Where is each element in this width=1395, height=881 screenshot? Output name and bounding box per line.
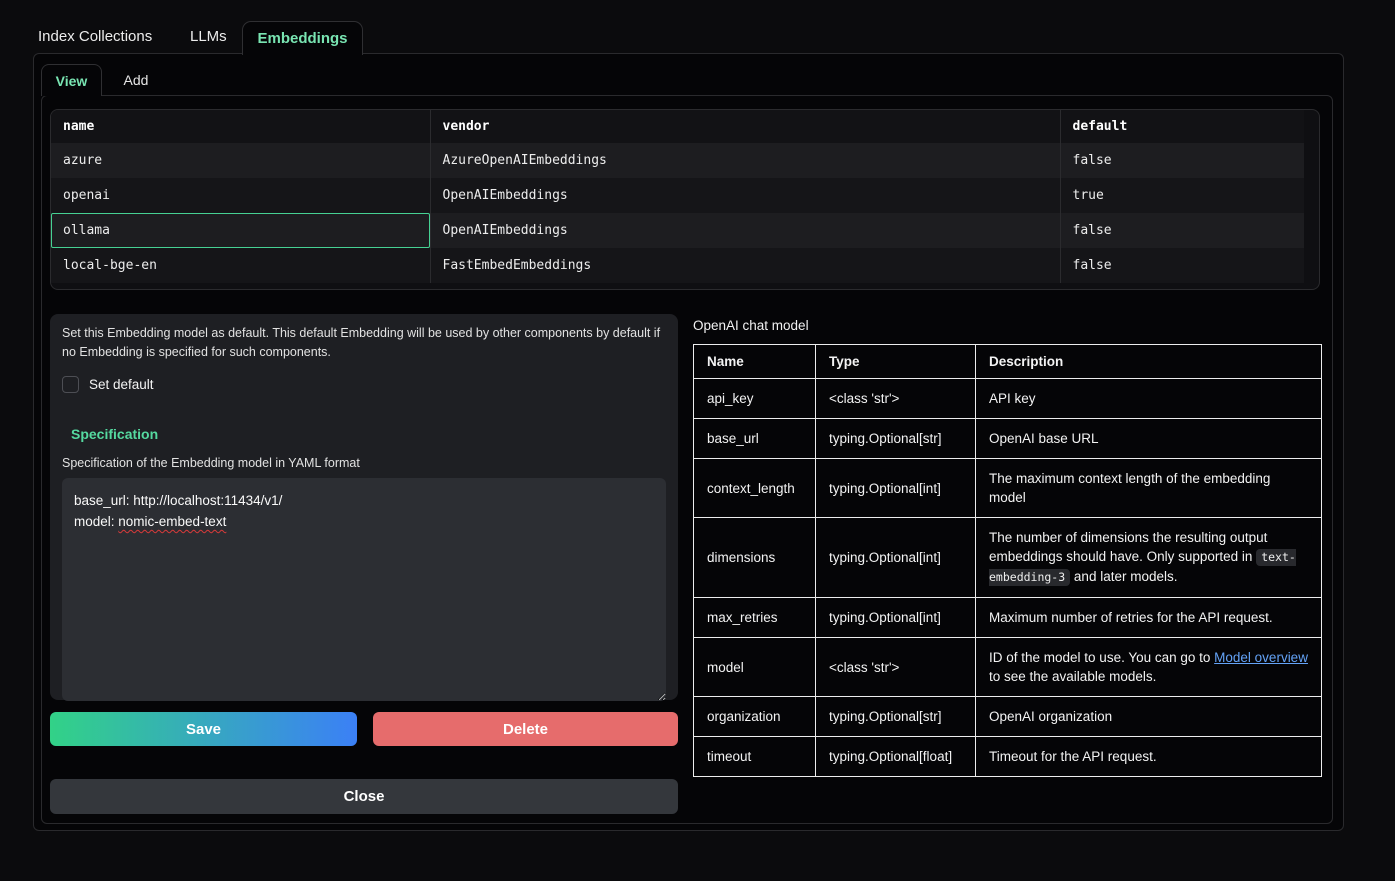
doc-row-context_length: context_lengthtyping.Optional[int] The ma… <box>694 459 1322 518</box>
cell-default[interactable]: false <box>1060 143 1304 178</box>
column-header-default: default <box>1060 110 1304 143</box>
cell-vendor[interactable]: FastEmbedEmbeddings <box>430 248 1060 283</box>
embeddings-table-header: name vendor default <box>51 110 1304 143</box>
cell-vendor[interactable]: OpenAIEmbeddings <box>430 178 1060 213</box>
doc-text: Maximum number of retries for the API re… <box>989 610 1273 625</box>
doc-cell-description: API key <box>976 379 1322 419</box>
yaml-line: base_url: http://localhost:11434/v1/ <box>74 490 654 511</box>
tab-index-collections[interactable]: Index Collections <box>38 29 152 45</box>
doc-cell-name: model <box>694 638 816 697</box>
set-default-checkbox[interactable] <box>62 376 79 393</box>
cell-name[interactable]: local-bge-en <box>51 248 430 283</box>
doc-text: The maximum context length of the embedd… <box>989 471 1270 505</box>
set-default-description: Set this Embedding model as default. Thi… <box>62 324 662 362</box>
cell-name[interactable]: openai <box>51 178 430 213</box>
doc-cell-type: typing.Optional[float] <box>816 737 976 777</box>
doc-cell-type: <class 'str'> <box>816 379 976 419</box>
doc-panel-title: OpenAI chat model <box>693 318 1322 333</box>
embeddings-table-body: azureAzureOpenAIEmbeddingsfalseopenaiOpe… <box>51 143 1304 283</box>
doc-cell-description: ID of the model to use. You can go to Mo… <box>976 638 1322 697</box>
doc-text: to see the available models. <box>989 669 1156 684</box>
doc-row-max_retries: max_retriestyping.Optional[int] Maximum n… <box>694 598 1322 638</box>
cell-default[interactable]: false <box>1060 248 1304 283</box>
doc-text: API key <box>989 391 1036 406</box>
doc-text: and later models. <box>1070 569 1177 584</box>
doc-cell-name: timeout <box>694 737 816 777</box>
doc-text: OpenAI base URL <box>989 431 1099 446</box>
yaml-editor[interactable]: base_url: http://localhost:11434/v1/mode… <box>62 478 666 701</box>
cell-vendor[interactable]: OpenAIEmbeddings <box>430 213 1060 248</box>
doc-cell-type: typing.Optional[str] <box>816 419 976 459</box>
doc-row-organization: organizationtyping.Optional[str] OpenAI o… <box>694 697 1322 737</box>
doc-row-timeout: timeouttyping.Optional[float] Timeout for… <box>694 737 1322 777</box>
doc-cell-type: typing.Optional[int] <box>816 459 976 518</box>
close-button[interactable]: Close <box>50 779 678 814</box>
specification-description: Specification of the Embedding model in … <box>62 456 666 470</box>
cell-vendor[interactable]: AzureOpenAIEmbeddings <box>430 143 1060 178</box>
cell-name[interactable]: ollama <box>51 213 430 248</box>
save-button[interactable]: Save <box>50 712 357 746</box>
doc-row-base_url: base_urltyping.Optional[str] OpenAI base … <box>694 419 1322 459</box>
cell-default[interactable]: false <box>1060 213 1304 248</box>
doc-column-name: Name <box>694 345 816 379</box>
doc-row-api_key: api_key<class 'str'> API key <box>694 379 1322 419</box>
tab-add[interactable]: Add <box>110 65 162 95</box>
doc-cell-name: base_url <box>694 419 816 459</box>
set-default-row: Set default <box>62 375 666 393</box>
doc-cell-name: organization <box>694 697 816 737</box>
doc-row-dimensions: dimensionstyping.Optional[int] The number… <box>694 518 1322 598</box>
embedding-row-ollama[interactable]: ollamaOpenAIEmbeddingsfalse <box>51 213 1304 248</box>
doc-cell-type: <class 'str'> <box>816 638 976 697</box>
embedding-row-openai[interactable]: openaiOpenAIEmbeddingstrue <box>51 178 1304 213</box>
doc-text: OpenAI organization <box>989 709 1112 724</box>
doc-cell-type: typing.Optional[int] <box>816 518 976 598</box>
doc-text: ID of the model to use. You can go to <box>989 650 1214 665</box>
model-overview-link[interactable]: Model overview <box>1214 650 1308 665</box>
doc-cell-name: max_retries <box>694 598 816 638</box>
yaml-line: model: nomic-embed-text <box>74 511 654 532</box>
set-default-label: Set default <box>89 377 154 392</box>
doc-cell-description: OpenAI base URL <box>976 419 1322 459</box>
doc-table: Name Type Description api_key<class 'str… <box>693 344 1322 777</box>
doc-column-description: Description <box>976 345 1322 379</box>
doc-cell-description: Timeout for the API request. <box>976 737 1322 777</box>
doc-text: Timeout for the API request. <box>989 749 1157 764</box>
doc-cell-description: The maximum context length of the embedd… <box>976 459 1322 518</box>
tab-view[interactable]: View <box>41 64 102 96</box>
doc-cell-description: Maximum number of retries for the API re… <box>976 598 1322 638</box>
doc-cell-type: typing.Optional[str] <box>816 697 976 737</box>
doc-cell-name: context_length <box>694 459 816 518</box>
doc-table-header: Name Type Description <box>694 345 1322 379</box>
embedding-row-local-bge-en[interactable]: local-bge-enFastEmbedEmbeddingsfalse <box>51 248 1304 283</box>
doc-table-body: api_key<class 'str'>API keybase_urltypin… <box>694 379 1322 777</box>
cell-name[interactable]: azure <box>51 143 430 178</box>
doc-cell-name: api_key <box>694 379 816 419</box>
model-doc-panel: OpenAI chat model Name Type Description … <box>693 318 1322 777</box>
cell-default[interactable]: true <box>1060 178 1304 213</box>
tab-llms[interactable]: LLMs <box>190 29 227 45</box>
embedding-detail-panel: Set this Embedding model as default. Thi… <box>50 314 678 700</box>
column-header-name: name <box>51 110 430 143</box>
doc-text: The number of dimensions the resulting o… <box>989 530 1267 564</box>
embeddings-panel: View Add name vendor default azureAzureO… <box>33 53 1344 831</box>
doc-row-model: model<class 'str'>ID of the model to use… <box>694 638 1322 697</box>
view-panel: name vendor default azureAzureOpenAIEmbe… <box>41 95 1333 824</box>
delete-button[interactable]: Delete <box>373 712 678 746</box>
specification-heading: Specification <box>71 426 666 442</box>
tab-embeddings[interactable]: Embeddings <box>242 21 363 55</box>
doc-cell-description: OpenAI organization <box>976 697 1322 737</box>
embedding-row-azure[interactable]: azureAzureOpenAIEmbeddingsfalse <box>51 143 1304 178</box>
doc-column-type: Type <box>816 345 976 379</box>
misspelled-word: nomic-embed-text <box>118 514 226 529</box>
embeddings-table: name vendor default azureAzureOpenAIEmbe… <box>50 109 1320 290</box>
doc-cell-description: The number of dimensions the resulting o… <box>976 518 1322 598</box>
doc-cell-name: dimensions <box>694 518 816 598</box>
doc-cell-type: typing.Optional[int] <box>816 598 976 638</box>
column-header-vendor: vendor <box>430 110 1060 143</box>
